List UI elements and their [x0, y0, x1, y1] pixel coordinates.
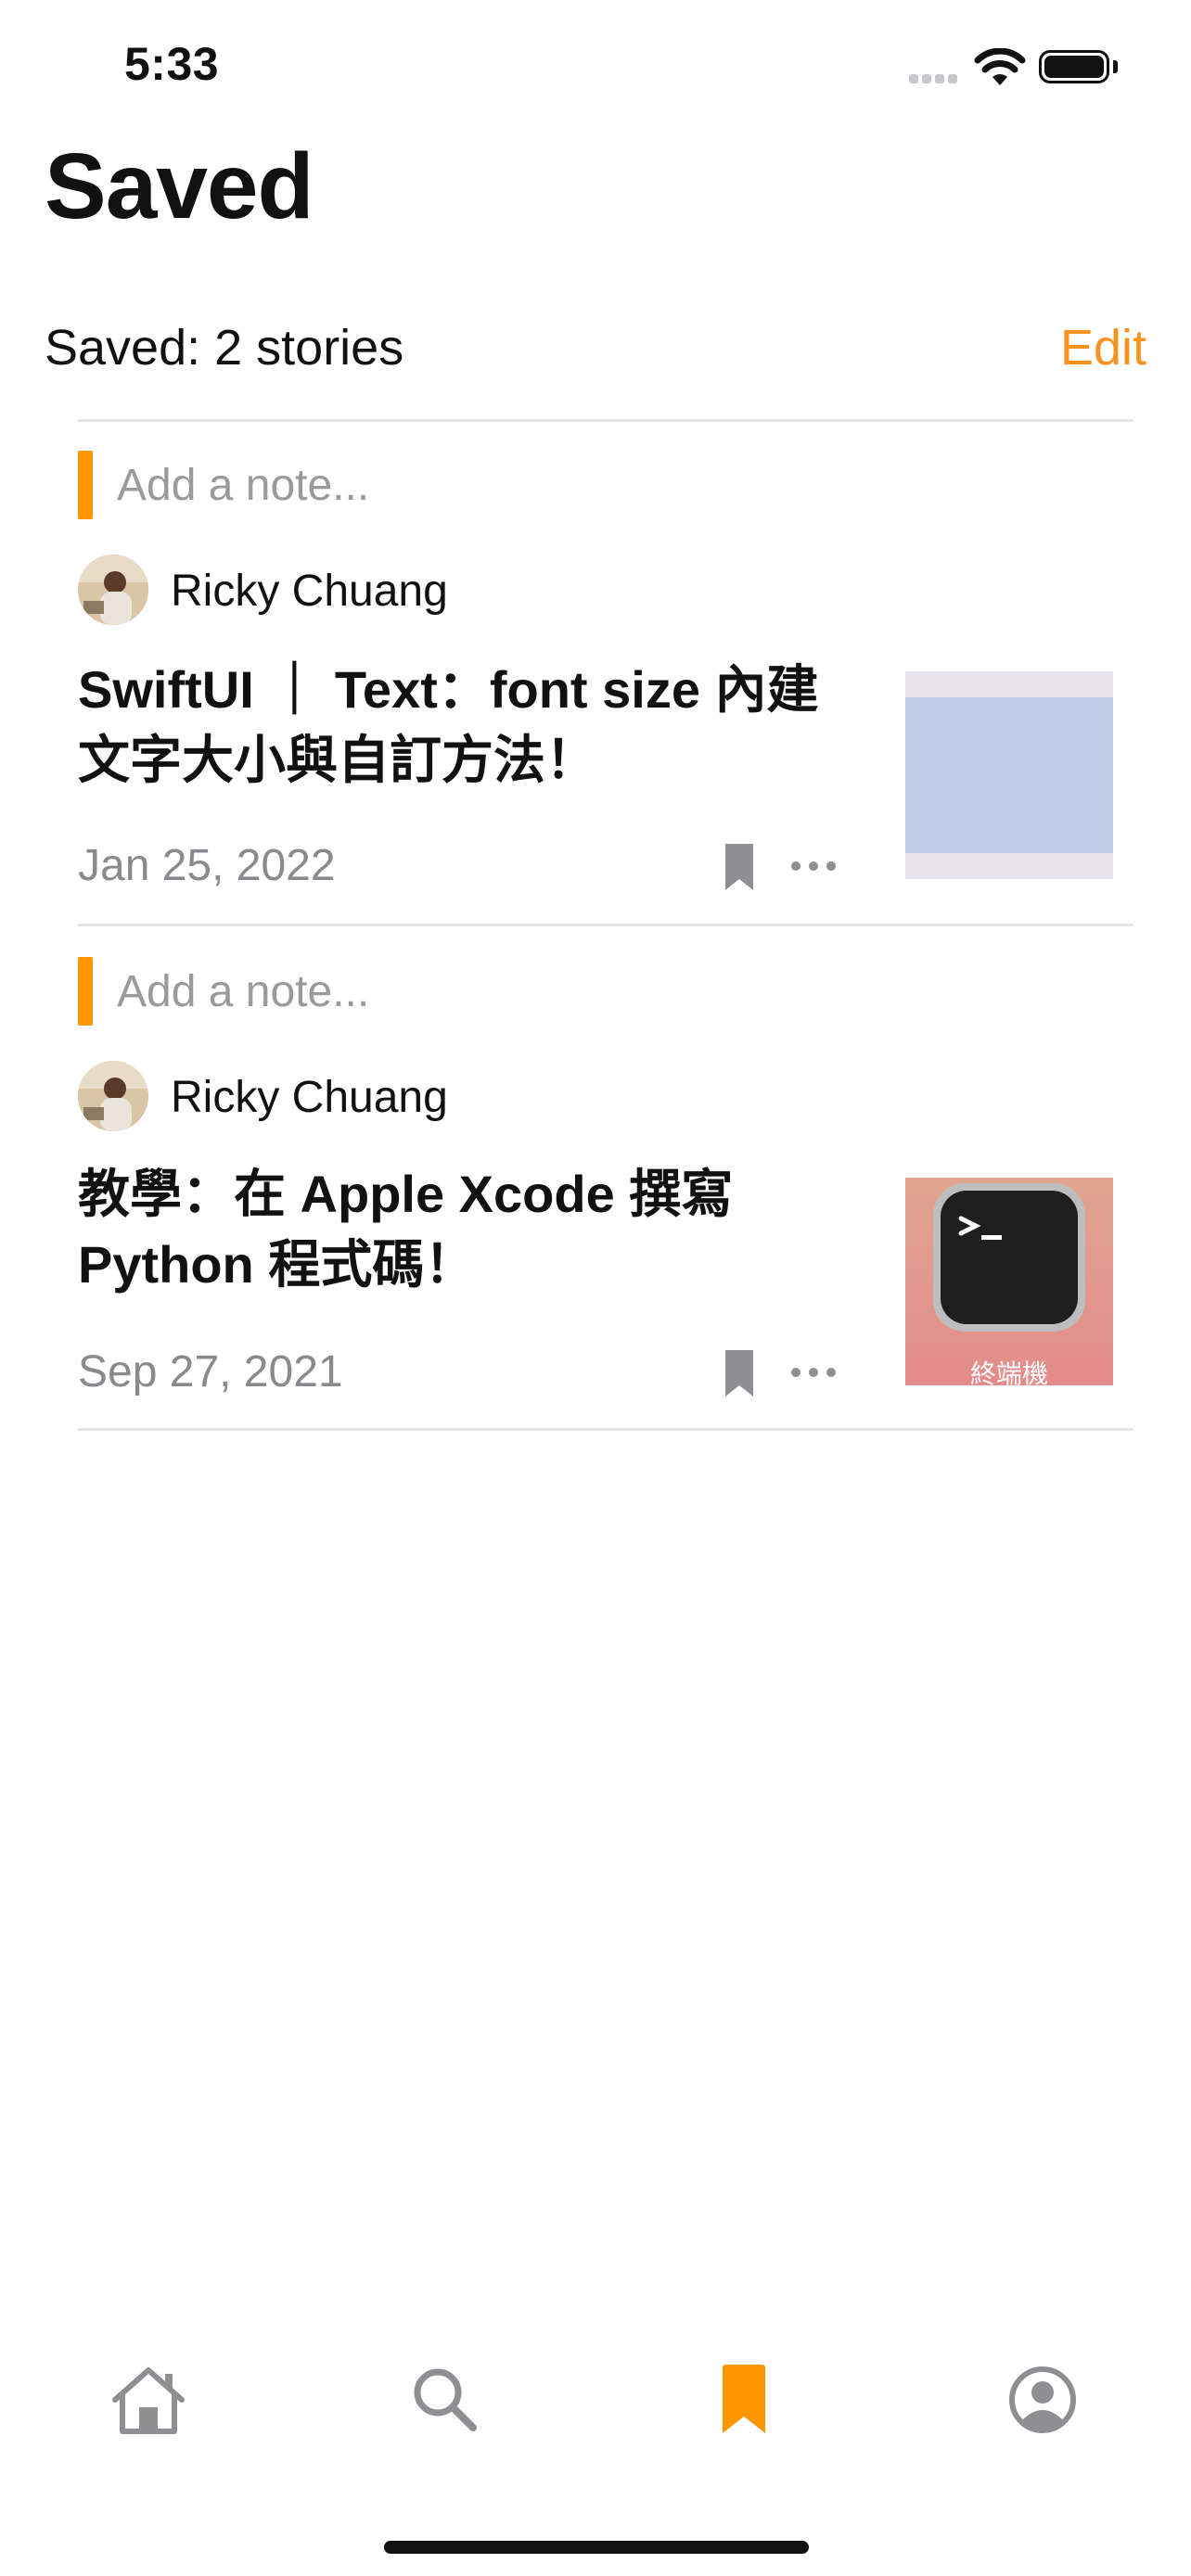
author-name[interactable]: Ricky Chuang: [171, 1072, 448, 1123]
bookmark-icon: [723, 2365, 765, 2433]
status-time: 5:33: [124, 38, 220, 90]
divider: [78, 419, 1133, 422]
author-avatar[interactable]: [78, 555, 148, 625]
author-name[interactable]: Ricky Chuang: [171, 566, 448, 617]
more-options-icon[interactable]: [790, 1367, 837, 1378]
search-icon: [414, 2368, 477, 2431]
story-date: Jan 25, 2022: [78, 841, 336, 890]
terminal-app-thumbnail[interactable]: 終端機: [905, 1178, 1113, 1385]
note-accent-bar: [78, 451, 93, 519]
story-date: Sep 27, 2021: [78, 1347, 343, 1396]
bookmark-icon[interactable]: [724, 842, 755, 892]
note-input[interactable]: [117, 451, 673, 519]
battery-icon: [1039, 50, 1109, 83]
divider: [78, 924, 1133, 926]
divider: [78, 1428, 1133, 1431]
home-icon: [112, 2367, 185, 2434]
battery-tip: [1113, 60, 1118, 73]
color-swatch-thumbnail[interactable]: [905, 671, 1113, 879]
story-title[interactable]: SwiftUI ｜ Text：font size 內建文字大小與自訂方法！: [78, 655, 839, 796]
home-indicator[interactable]: [384, 2541, 809, 2554]
story-title[interactable]: 教學：在 Apple Xcode 撰寫 Python 程式碼！: [78, 1159, 839, 1300]
wifi-icon: [974, 48, 1026, 85]
edit-button[interactable]: Edit: [1060, 319, 1146, 376]
page-title: Saved: [45, 134, 314, 238]
tab-profile[interactable]: [996, 2353, 1089, 2446]
more-options-icon[interactable]: [790, 861, 837, 872]
bookmark-icon[interactable]: [724, 1348, 755, 1398]
profile-icon: [1009, 2366, 1076, 2433]
note-accent-bar: [78, 957, 93, 1026]
tab-search[interactable]: [399, 2353, 492, 2446]
saved-count-label: Saved: 2 stories: [45, 320, 404, 376]
tab-saved[interactable]: [698, 2353, 790, 2446]
tab-home[interactable]: [102, 2353, 195, 2446]
note-input[interactable]: [117, 957, 673, 1026]
author-avatar[interactable]: [78, 1061, 148, 1131]
thumbnail-caption: 終端機: [969, 1359, 1048, 1385]
